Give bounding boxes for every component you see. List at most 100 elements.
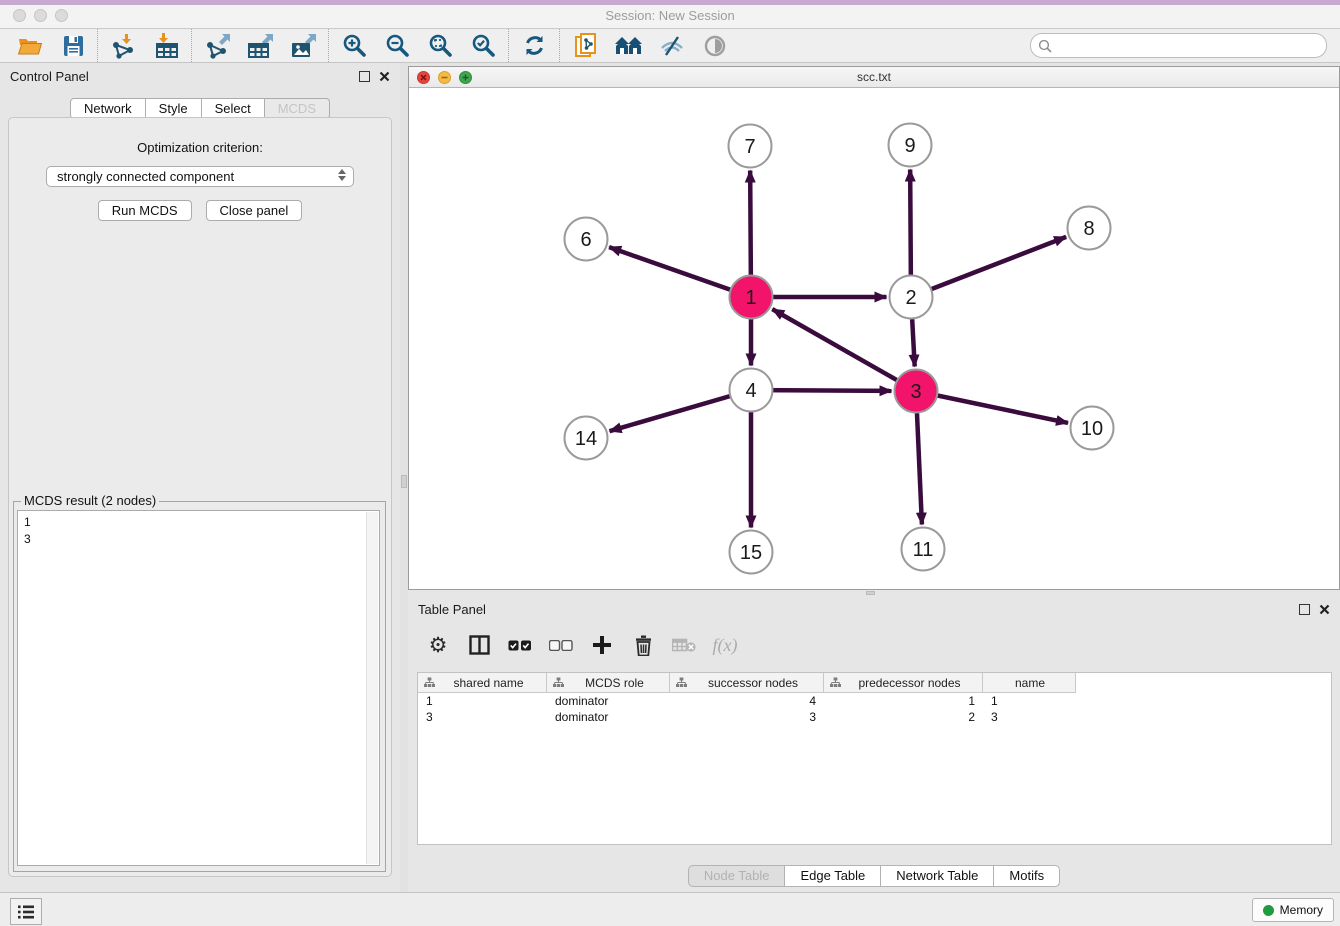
toolbar-separator bbox=[559, 29, 561, 62]
search-input[interactable] bbox=[1056, 36, 1326, 56]
toolbar-separator bbox=[97, 29, 99, 62]
export-network-icon[interactable] bbox=[196, 31, 239, 61]
column-header-name[interactable]: name bbox=[983, 673, 1076, 693]
tab-select[interactable]: Select bbox=[202, 98, 265, 119]
export-image-icon[interactable] bbox=[282, 31, 325, 61]
mcds-result-text[interactable]: 1 3 bbox=[17, 510, 380, 866]
cell-predecessor-nodes[interactable]: 1 bbox=[824, 694, 983, 708]
add-column-icon[interactable] bbox=[590, 632, 614, 658]
search-icon bbox=[1038, 39, 1052, 53]
column-header-successor-nodes[interactable]: successor nodes bbox=[670, 673, 824, 693]
refresh-view-icon[interactable] bbox=[513, 31, 556, 61]
column-settings-icon[interactable]: ⚙ bbox=[426, 632, 450, 658]
export-table-icon[interactable] bbox=[239, 31, 282, 61]
column-label: MCDS role bbox=[564, 676, 669, 690]
tab-edge-table[interactable]: Edge Table bbox=[785, 865, 881, 887]
float-panel-icon[interactable] bbox=[359, 71, 370, 82]
column-header-predecessor-nodes[interactable]: predecessor nodes bbox=[824, 673, 983, 693]
edge-1-6[interactable] bbox=[609, 247, 751, 297]
control-panel-title: Control Panel bbox=[10, 69, 89, 84]
column-type-icon bbox=[553, 677, 564, 688]
node-label-9: 9 bbox=[904, 135, 915, 157]
cell-shared-name[interactable]: 3 bbox=[418, 710, 547, 724]
import-table-icon[interactable] bbox=[145, 31, 188, 61]
network-window-titlebar[interactable]: scc.txt bbox=[409, 67, 1339, 88]
memory-status-icon bbox=[1263, 905, 1274, 916]
tab-node-table[interactable]: Node Table bbox=[688, 865, 786, 887]
main-toolbar bbox=[0, 29, 1340, 63]
apply-function-icon: f(x) bbox=[713, 632, 737, 658]
optimization-criterion-select[interactable]: strongly connected component bbox=[46, 166, 354, 187]
table-panel: Table Panel ⚙ f(x) shared name MCDS roles… bbox=[408, 596, 1340, 892]
node-label-7: 7 bbox=[744, 136, 755, 158]
table-row[interactable]: 1dominator411 bbox=[418, 693, 1331, 709]
node-table-body: 1dominator4113dominator323 bbox=[418, 693, 1331, 725]
fit-content-icon[interactable] bbox=[419, 31, 462, 61]
node-label-6: 6 bbox=[580, 229, 591, 251]
tab-mcds[interactable]: MCDS bbox=[265, 98, 330, 119]
zoom-in-icon[interactable] bbox=[333, 31, 376, 61]
cell-predecessor-nodes[interactable]: 2 bbox=[824, 710, 983, 724]
hide-graphics-details-icon[interactable] bbox=[650, 31, 693, 61]
deselect-all-checkboxes-icon[interactable] bbox=[549, 632, 573, 658]
window-titlebar: Session: New Session bbox=[0, 5, 1340, 29]
save-session-icon[interactable] bbox=[51, 31, 94, 61]
cell-mcds-role[interactable]: dominator bbox=[547, 694, 670, 708]
splitter-grip[interactable] bbox=[866, 591, 875, 595]
zoom-out-icon[interactable] bbox=[376, 31, 419, 61]
cell-successor-nodes[interactable]: 3 bbox=[670, 710, 824, 724]
tab-network-table[interactable]: Network Table bbox=[881, 865, 994, 887]
edge-3-10[interactable] bbox=[916, 391, 1068, 423]
network-canvas[interactable]: 1234678910111415 bbox=[409, 87, 1339, 589]
column-label: predecessor nodes bbox=[841, 676, 982, 690]
show-graphics-details-icon[interactable] bbox=[693, 31, 736, 61]
zoom-selected-icon[interactable] bbox=[462, 31, 505, 61]
node-label-14: 14 bbox=[575, 428, 597, 450]
optimization-criterion-label: Optimization criterion: bbox=[9, 140, 391, 155]
edge-3-1[interactable] bbox=[772, 309, 916, 391]
cell-shared-name[interactable]: 1 bbox=[418, 694, 547, 708]
network-graph[interactable]: 1234678910111415 bbox=[409, 87, 1339, 589]
open-session-icon[interactable] bbox=[8, 31, 51, 61]
table-panel-header: Table Panel bbox=[408, 596, 1340, 622]
memory-button[interactable]: Memory bbox=[1252, 898, 1334, 922]
run-mcds-button[interactable]: Run MCDS bbox=[98, 200, 192, 221]
close-panel-icon[interactable] bbox=[379, 71, 390, 82]
column-type-icon bbox=[830, 677, 841, 688]
edge-2-8[interactable] bbox=[911, 237, 1066, 297]
splitter-grip[interactable] bbox=[401, 475, 407, 488]
search-box[interactable] bbox=[1030, 33, 1327, 58]
select-all-checkboxes-icon[interactable] bbox=[508, 632, 532, 658]
node-label-2: 2 bbox=[905, 287, 916, 309]
close-panel-button[interactable]: Close panel bbox=[206, 200, 303, 221]
new-network-from-selection-icon[interactable] bbox=[564, 31, 607, 61]
tab-network[interactable]: Network bbox=[70, 98, 146, 119]
column-header-shared-name[interactable]: shared name bbox=[418, 673, 547, 693]
mcds-result-lines: 1 3 bbox=[24, 515, 31, 546]
cell-mcds-role[interactable]: dominator bbox=[547, 710, 670, 724]
task-history-button[interactable] bbox=[10, 898, 42, 925]
toggle-panel-icon[interactable] bbox=[467, 632, 491, 658]
tab-motifs[interactable]: Motifs bbox=[994, 865, 1060, 887]
column-header-mcds-role[interactable]: MCDS role bbox=[547, 673, 670, 693]
column-label: name bbox=[989, 676, 1075, 690]
close-panel-icon[interactable] bbox=[1319, 604, 1330, 615]
status-bar: Memory bbox=[0, 892, 1340, 926]
apply-layout-icon[interactable] bbox=[607, 31, 650, 61]
control-panel-header: Control Panel bbox=[0, 63, 400, 89]
cell-successor-nodes[interactable]: 4 bbox=[670, 694, 824, 708]
vertical-splitter[interactable] bbox=[400, 63, 408, 892]
table-row[interactable]: 3dominator323 bbox=[418, 709, 1331, 725]
float-panel-icon[interactable] bbox=[1299, 604, 1310, 615]
cell-name[interactable]: 3 bbox=[983, 710, 1076, 724]
mcds-panel: Optimization criterion: strongly connect… bbox=[8, 117, 392, 877]
mcds-result-group: MCDS result (2 nodes) 1 3 bbox=[13, 501, 386, 872]
tab-style[interactable]: Style bbox=[146, 98, 202, 119]
node-table[interactable]: shared name MCDS rolesuccessor nodes prede… bbox=[417, 672, 1332, 845]
result-scrollbar[interactable] bbox=[366, 512, 378, 864]
table-panel-title: Table Panel bbox=[418, 602, 486, 617]
import-network-icon[interactable] bbox=[102, 31, 145, 61]
cell-name[interactable]: 1 bbox=[983, 694, 1076, 708]
list-icon bbox=[17, 904, 35, 920]
delete-columns-icon[interactable] bbox=[631, 632, 655, 658]
